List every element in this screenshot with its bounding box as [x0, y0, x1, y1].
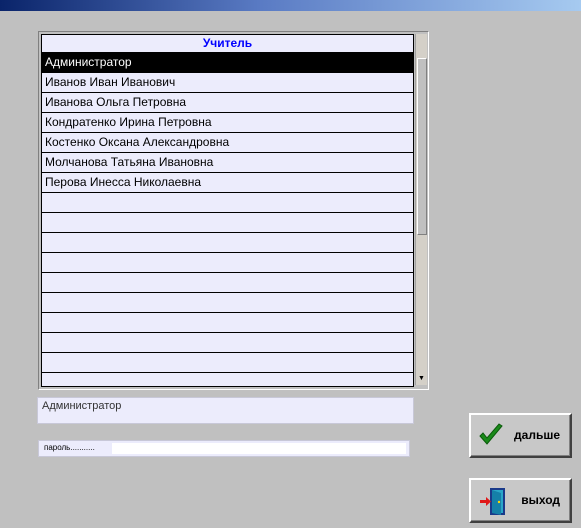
next-button-label: дальше [514, 428, 560, 442]
teacher-list-item[interactable] [42, 373, 413, 386]
teacher-list-item[interactable] [42, 193, 413, 213]
title-bar [0, 0, 581, 11]
next-button[interactable]: дальше [469, 413, 572, 458]
teacher-list-item[interactable]: Молчанова Татьяна Ивановна [42, 153, 413, 173]
password-input[interactable] [112, 443, 406, 454]
teacher-list-item[interactable] [42, 233, 413, 253]
password-label: пароль........... [44, 443, 95, 452]
teacher-list-scrollbar[interactable]: ▲ ▼ [415, 34, 427, 385]
password-row: пароль........... [38, 440, 410, 457]
teacher-list-frame: Учитель Администратор Иванов Иван Иванови… [38, 31, 429, 390]
scrollbar-thumb[interactable] [417, 58, 427, 235]
teacher-list-item[interactable]: Иванов Иван Иванович [42, 73, 413, 93]
exit-button[interactable]: выход [469, 478, 572, 523]
exit-door-icon [480, 488, 505, 515]
teacher-list-item[interactable] [42, 293, 413, 313]
selected-user-display: Администратор [37, 397, 414, 424]
teacher-list-item[interactable]: Иванова Ольга Петровна [42, 93, 413, 113]
checkmark-icon [479, 423, 503, 445]
teacher-list-item[interactable]: Кондратенко Ирина Петровна [42, 113, 413, 133]
teacher-list-item[interactable] [42, 313, 413, 333]
teacher-list-item[interactable]: Костенко Оксана Александровна [42, 133, 413, 153]
scroll-down-icon[interactable]: ▼ [416, 374, 427, 384]
teacher-list-item[interactable] [42, 273, 413, 293]
teacher-list-item[interactable] [42, 213, 413, 233]
teacher-list-item[interactable] [42, 253, 413, 273]
teacher-list-item[interactable]: Перова Инесса Николаевна [42, 173, 413, 193]
teacher-list-item[interactable] [42, 353, 413, 373]
teacher-list-item[interactable] [42, 333, 413, 353]
teacher-list-header: Учитель [42, 35, 413, 53]
teacher-list-item[interactable]: Администратор [42, 53, 413, 73]
teacher-list[interactable]: Учитель Администратор Иванов Иван Иванови… [41, 34, 414, 387]
exit-button-label: выход [521, 493, 560, 507]
